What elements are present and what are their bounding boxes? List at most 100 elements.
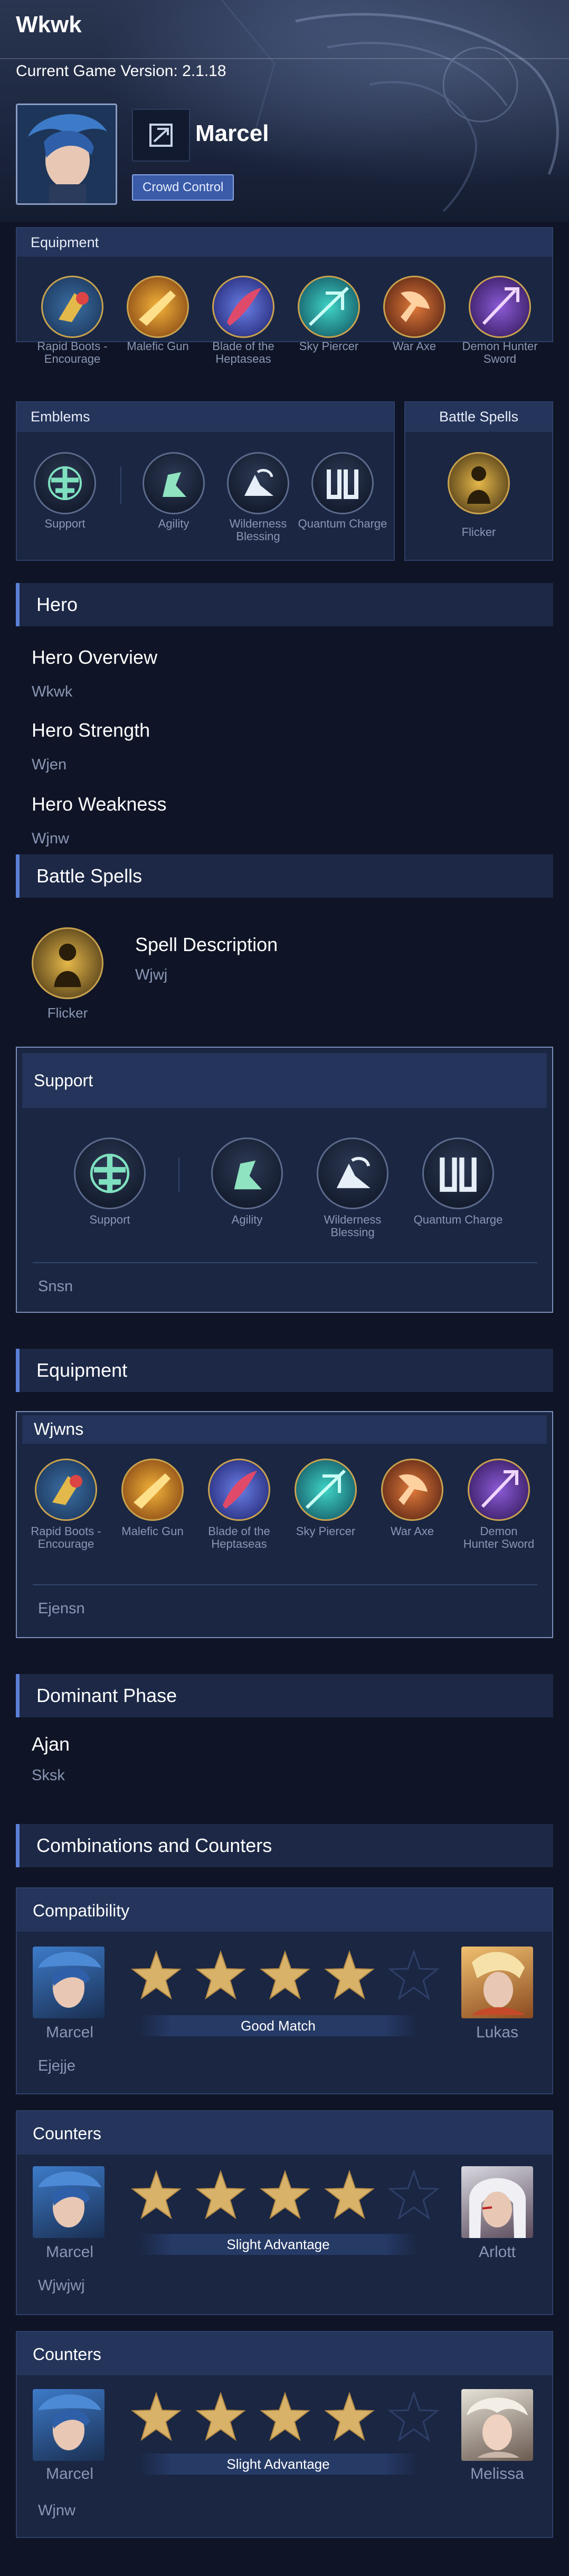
emblem-divider	[120, 467, 121, 504]
equipment-build-panel: Wjwns Rapid Boots - Encourage Malefic Gu…	[16, 1411, 553, 1638]
agility-talent-icon[interactable]	[143, 452, 205, 514]
star-filled-icon	[260, 2169, 310, 2220]
star-filled-icon	[260, 1950, 310, 2000]
right-hero-avatar[interactable]	[461, 2166, 533, 2238]
left-hero-avatar[interactable]	[33, 1947, 105, 2018]
dominant-phase-value: Sksk	[32, 1767, 65, 1784]
compatibility-card: Compatibility Marcel Good Match Lukas Ej…	[16, 1887, 553, 2094]
battle-spells-panel: Battle Spells Flicker	[404, 401, 553, 561]
wilderness-blessing-icon[interactable]	[227, 452, 289, 514]
support-panel-title: Support	[34, 1071, 93, 1090]
emblem-label: Wilderness Blessing	[229, 517, 287, 543]
flicker-icon[interactable]	[32, 927, 103, 999]
left-hero-avatar[interactable]	[33, 2389, 105, 2461]
emblems-panel: Emblems Support Agility Wilderness Bless…	[16, 401, 395, 561]
sky-piercer-icon[interactable]	[298, 276, 360, 338]
match-label: Slight Advantage	[138, 2453, 418, 2475]
blade-heptaseas-icon[interactable]	[212, 276, 274, 338]
combinations-title: Combinations and Counters	[36, 1835, 272, 1856]
equipment-build-name: Wjwns	[34, 1419, 84, 1439]
item-label: War Axe	[392, 340, 437, 353]
left-hero-avatar[interactable]	[33, 2166, 105, 2238]
quantum-charge-icon[interactable]	[422, 1137, 494, 1209]
star-filled-icon	[324, 2391, 375, 2441]
card-note: Ejejje	[38, 2057, 75, 2074]
support-divider	[33, 1262, 537, 1263]
card-title: Counters	[33, 2124, 101, 2143]
left-hero-name: Marcel	[45, 2024, 93, 2041]
hero-section-bar: Hero	[16, 583, 553, 626]
item-label: Rapid Boots - Encourage	[37, 340, 108, 365]
emblem-label: Support	[89, 1213, 130, 1226]
star-filled-icon	[131, 2391, 182, 2441]
malefic-gun-icon[interactable]	[127, 276, 189, 338]
emblems-panel-title: Emblems	[31, 409, 90, 425]
card-title: Counters	[33, 2345, 101, 2364]
item-label: War Axe	[390, 1525, 434, 1538]
star-rating	[130, 1950, 457, 2002]
rapid-boots-icon[interactable]	[41, 276, 103, 338]
right-hero-avatar[interactable]	[461, 1947, 533, 2018]
agility-talent-icon[interactable]	[211, 1137, 283, 1209]
star-filled-icon	[260, 2391, 310, 2441]
counters-card: Counters Marcel Slight Advantage Arlott …	[16, 2110, 553, 2315]
match-label: Good Match	[138, 2015, 418, 2036]
hero-overview-value: Wkwk	[32, 683, 73, 700]
right-hero-avatar[interactable]	[461, 2389, 533, 2461]
role-icon	[132, 109, 190, 162]
spell-label: Flicker	[461, 525, 496, 539]
sky-piercer-icon[interactable]	[295, 1459, 357, 1521]
star-filled-icon	[324, 2169, 375, 2220]
star-filled-icon	[324, 1950, 375, 2000]
item-label: Malefic Gun	[127, 340, 189, 353]
support-note: Snsn	[38, 1278, 73, 1295]
war-axe-icon[interactable]	[381, 1459, 443, 1521]
emblem-label: Wilderness Blessing	[324, 1213, 382, 1239]
malefic-gun-icon[interactable]	[121, 1459, 184, 1521]
support-emblem-icon[interactable]	[34, 452, 96, 514]
item-label: Blade of the Heptaseas	[208, 1525, 270, 1550]
star-filled-icon	[131, 1950, 182, 2000]
battle-spells-section-bar: Battle Spells	[16, 854, 553, 898]
dominant-phase-title: Dominant Phase	[36, 1685, 177, 1706]
game-version: Current Game Version: 2.1.18	[16, 62, 226, 80]
dominant-phase-name: Ajan	[32, 1733, 70, 1755]
equipment-section-title: Equipment	[36, 1359, 128, 1381]
star-empty-icon	[387, 2391, 440, 2442]
equipment-panel-title: Equipment	[31, 234, 99, 250]
battle-spells-panel-title: Battle Spells	[439, 409, 519, 425]
role-badge: Crowd Control	[132, 174, 234, 201]
emblem-label: Quantum Charge	[298, 517, 387, 530]
support-emblem-icon[interactable]	[74, 1137, 146, 1209]
item-label: Malefic Gun	[121, 1525, 184, 1538]
equipment-note: Ejensn	[38, 1600, 85, 1617]
item-label: Sky Piercer	[299, 340, 359, 353]
hero-portrait	[16, 104, 117, 205]
card-note: Wjwjwj	[38, 2277, 85, 2294]
page-title: Wkwk	[16, 12, 82, 37]
star-empty-icon	[387, 1950, 440, 2000]
left-hero-name: Marcel	[45, 2243, 93, 2261]
support-panel: Support Support Agility Wilderness Bless…	[16, 1047, 553, 1313]
hero-strength-title: Hero Strength	[32, 719, 150, 741]
war-axe-icon[interactable]	[383, 276, 445, 338]
demon-hunter-sword-icon[interactable]	[469, 276, 531, 338]
flicker-icon[interactable]	[448, 452, 510, 514]
emblem-divider	[178, 1158, 179, 1192]
emblem-label: Quantum Charge	[413, 1213, 503, 1226]
combinations-bar: Combinations and Counters	[16, 1824, 553, 1867]
demon-hunter-sword-icon[interactable]	[468, 1459, 530, 1521]
blade-heptaseas-icon[interactable]	[208, 1459, 270, 1521]
spell-description-value: Wjwj	[135, 966, 168, 983]
emblem-label: Agility	[158, 517, 189, 530]
star-empty-icon	[387, 2169, 440, 2220]
rapid-boots-icon[interactable]	[35, 1459, 97, 1521]
item-label: Rapid Boots - Encourage	[31, 1525, 101, 1550]
wilderness-blessing-icon[interactable]	[317, 1137, 388, 1209]
item-label: Sky Piercer	[296, 1525, 356, 1538]
item-label: Blade of the Heptaseas	[212, 340, 274, 365]
right-hero-name: Arlott	[478, 2243, 516, 2261]
hero-name: Marcel	[195, 120, 269, 146]
hero-section-title: Hero	[36, 594, 78, 615]
quantum-charge-icon[interactable]	[311, 452, 374, 514]
